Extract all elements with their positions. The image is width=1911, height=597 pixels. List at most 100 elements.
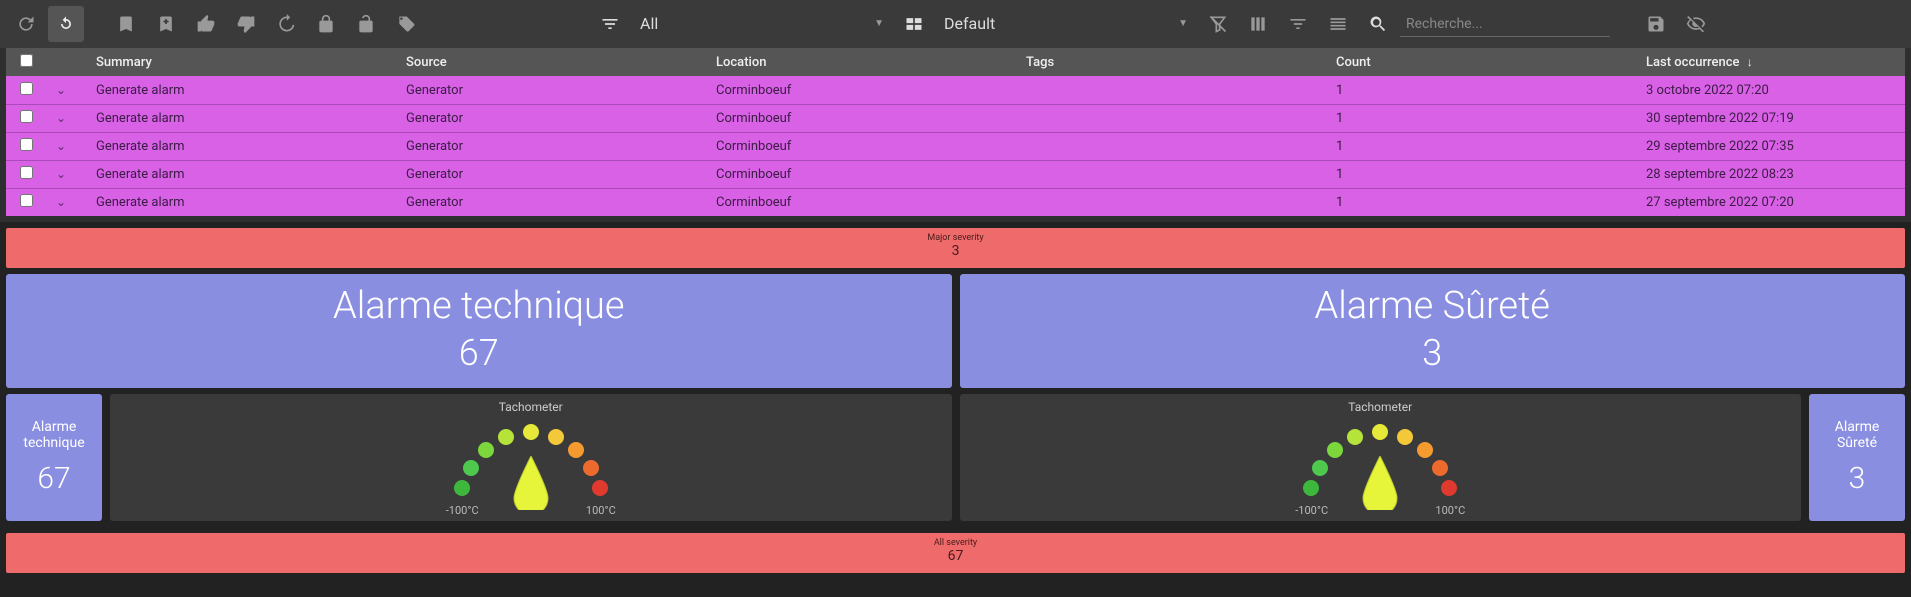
unlock-button[interactable]	[348, 6, 384, 42]
thumbs-up-button[interactable]	[188, 6, 224, 42]
tachometer-title: Tachometer	[1348, 400, 1412, 414]
bookmark-button[interactable]	[108, 6, 144, 42]
search-input[interactable]	[1400, 12, 1610, 37]
cell-summary: Generate alarm	[96, 111, 406, 126]
cell-last-occurrence: 27 septembre 2022 07:20	[1646, 195, 1905, 210]
mini-card-title: Alarme Sûreté	[1813, 419, 1901, 451]
cell-source: Generator	[406, 83, 716, 98]
expand-row-icon[interactable]: ⌄	[56, 167, 66, 181]
table-row[interactable]: ⌄ Generate alarmGeneratorCorminboeuf 13 oc…	[6, 76, 1905, 104]
save-button[interactable]	[1638, 6, 1674, 42]
add-bookmark-button[interactable]	[148, 6, 184, 42]
card-value: 67	[6, 332, 952, 374]
visibility-off-button[interactable]	[1678, 6, 1714, 42]
tachometer-row: Alarme technique 67 Tachometer -100°C 10…	[0, 388, 1911, 527]
cell-location: Corminboeuf	[716, 83, 1026, 98]
table-row[interactable]: ⌄ Generate alarmGeneratorCorminboeuf 129 s…	[6, 132, 1905, 160]
major-severity-bar[interactable]: Major severity 3	[6, 228, 1905, 268]
filter-list-button[interactable]	[1280, 6, 1316, 42]
cell-last-occurrence: 3 octobre 2022 07:20	[1646, 83, 1905, 98]
col-tags[interactable]: Tags	[1026, 55, 1336, 70]
cell-source: Generator	[406, 111, 716, 126]
chevron-down-icon: ▼	[1178, 18, 1188, 29]
col-summary[interactable]: Summary	[96, 55, 406, 70]
cell-location: Corminboeuf	[716, 195, 1026, 210]
cell-summary: Generate alarm	[96, 83, 406, 98]
cell-count: 1	[1336, 139, 1646, 154]
thumbs-down-button[interactable]	[228, 6, 264, 42]
gauge-needle-icon	[509, 456, 553, 510]
filter-icon	[592, 6, 628, 42]
chevron-down-icon: ▼	[874, 18, 884, 29]
cell-location: Corminboeuf	[716, 111, 1026, 126]
card-alarme-surete[interactable]: Alarme Sûreté 3	[960, 274, 1906, 388]
cell-location: Corminboeuf	[716, 167, 1026, 182]
all-severity-value: 67	[6, 549, 1905, 564]
row-checkbox[interactable]	[20, 138, 33, 151]
history-button[interactable]	[268, 6, 304, 42]
cell-count: 1	[1336, 167, 1646, 182]
mini-card-value: 3	[1813, 461, 1901, 496]
density-button[interactable]	[1320, 6, 1356, 42]
table-row[interactable]: ⌄ Generate alarmGeneratorCorminboeuf 128 s…	[6, 160, 1905, 188]
expand-row-icon[interactable]: ⌄	[56, 195, 66, 209]
tachometer-gauge	[1295, 418, 1465, 508]
view-dropdown-label: Default	[944, 14, 1170, 33]
col-last-label: Last occurrence	[1646, 55, 1739, 70]
col-count[interactable]: Count	[1336, 55, 1646, 70]
table-row[interactable]: ⌄ Generate alarmGeneratorCorminboeuf 127 s…	[6, 188, 1905, 216]
toolbar: All ▼ Default ▼	[0, 0, 1911, 48]
lock-button[interactable]	[308, 6, 344, 42]
tag-button[interactable]	[388, 6, 424, 42]
row-checkbox[interactable]	[20, 110, 33, 123]
row-checkbox[interactable]	[20, 194, 33, 207]
sort-descending-icon: ↓	[1747, 55, 1753, 69]
expand-row-icon[interactable]: ⌄	[56, 83, 66, 97]
row-checkbox[interactable]	[20, 166, 33, 179]
grid-header: Summary Source Location Tags Count Last …	[6, 48, 1905, 76]
cell-source: Generator	[406, 195, 716, 210]
filter-dropdown-label: All	[640, 14, 866, 33]
col-source[interactable]: Source	[406, 55, 716, 70]
cell-count: 1	[1336, 83, 1646, 98]
view-icon	[896, 6, 932, 42]
tachometer-panel-right: Tachometer -100°C 100°C	[960, 394, 1802, 521]
card-title: Alarme technique	[6, 284, 952, 328]
cell-summary: Generate alarm	[96, 139, 406, 154]
cell-count: 1	[1336, 111, 1646, 126]
columns-button[interactable]	[1240, 6, 1276, 42]
col-location[interactable]: Location	[716, 55, 1026, 70]
row-checkbox[interactable]	[20, 82, 33, 95]
view-dropdown[interactable]: Default ▼	[936, 8, 1196, 40]
search-icon	[1360, 6, 1396, 42]
cell-summary: Generate alarm	[96, 195, 406, 210]
filter-dropdown[interactable]: All ▼	[632, 8, 892, 40]
card-alarme-technique[interactable]: Alarme technique 67	[6, 274, 952, 388]
mini-card-value: 67	[10, 461, 98, 496]
mini-card-technique[interactable]: Alarme technique 67	[6, 394, 102, 521]
all-severity-bar[interactable]: All severity 67	[6, 533, 1905, 573]
summary-cards: Alarme technique 67 Alarme Sûreté 3	[0, 274, 1911, 388]
cell-count: 1	[1336, 195, 1646, 210]
cell-last-occurrence: 28 septembre 2022 08:23	[1646, 167, 1905, 182]
cell-source: Generator	[406, 139, 716, 154]
refresh-button[interactable]	[8, 6, 44, 42]
cell-summary: Generate alarm	[96, 167, 406, 182]
expand-row-icon[interactable]: ⌄	[56, 111, 66, 125]
mini-card-surete[interactable]: Alarme Sûreté 3	[1809, 394, 1905, 521]
alarm-grid: Summary Source Location Tags Count Last …	[0, 48, 1911, 222]
gauge-needle-icon	[1358, 456, 1402, 510]
cell-source: Generator	[406, 167, 716, 182]
expand-row-icon[interactable]: ⌄	[56, 139, 66, 153]
cell-last-occurrence: 29 septembre 2022 07:35	[1646, 139, 1905, 154]
select-all-checkbox[interactable]	[20, 54, 33, 67]
tachometer-panel-left: Tachometer -100°C 100°C	[110, 394, 952, 521]
tachometer-title: Tachometer	[499, 400, 563, 414]
card-title: Alarme Sûreté	[960, 284, 1906, 328]
clear-filter-button[interactable]	[1200, 6, 1236, 42]
auto-refresh-button[interactable]	[48, 6, 84, 42]
table-row[interactable]: ⌄ Generate alarmGeneratorCorminboeuf 130 s…	[6, 104, 1905, 132]
col-last-occurrence[interactable]: Last occurrence ↓	[1646, 55, 1905, 70]
cell-last-occurrence: 30 septembre 2022 07:19	[1646, 111, 1905, 126]
cell-location: Corminboeuf	[716, 139, 1026, 154]
